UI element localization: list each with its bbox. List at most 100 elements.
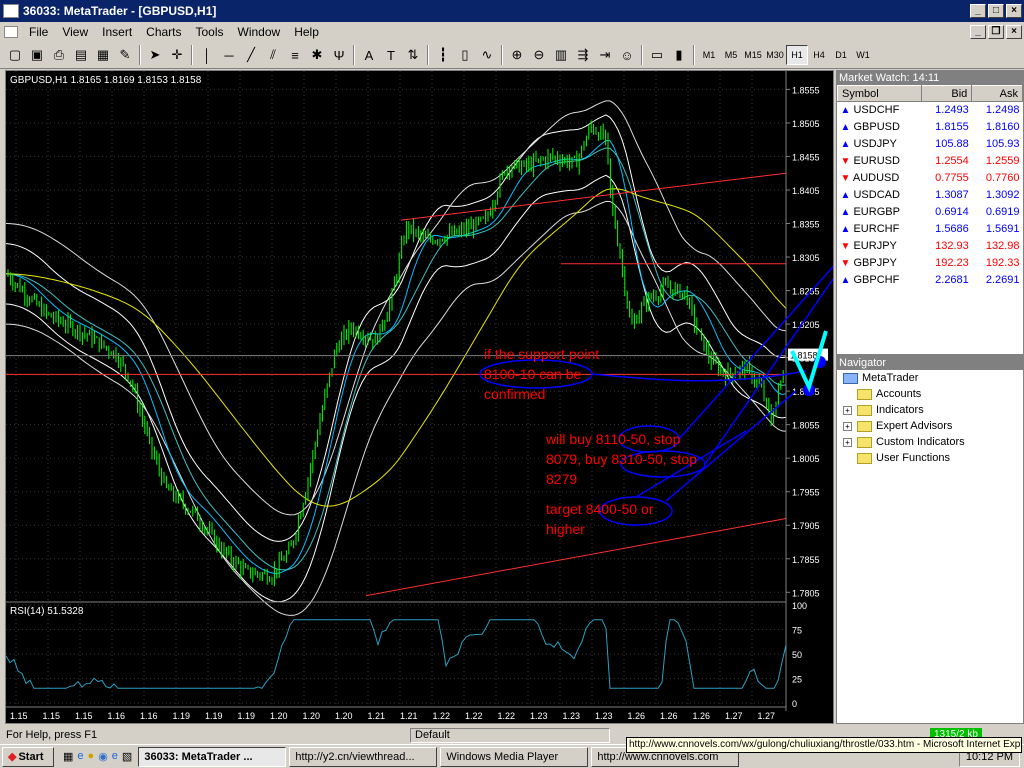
menu-window[interactable]: Window bbox=[231, 25, 288, 39]
pencil-icon[interactable]: ✎ bbox=[114, 44, 136, 66]
menu-file[interactable]: File bbox=[22, 25, 55, 39]
horizontal-line-icon[interactable]: ─ bbox=[218, 44, 240, 66]
save-icon[interactable]: ▣ bbox=[26, 44, 48, 66]
timeframe-h4[interactable]: H4 bbox=[808, 45, 830, 65]
timeframe-m5[interactable]: M5 bbox=[720, 45, 742, 65]
timeframe-m30[interactable]: M30 bbox=[764, 45, 786, 65]
child-restore-button[interactable]: ❐ bbox=[988, 25, 1004, 39]
tree-item-indicators[interactable]: + Indicators bbox=[837, 402, 1023, 418]
task-browser-y2[interactable]: http://y2.cn/viewthread... bbox=[289, 746, 438, 767]
expand-icon[interactable]: + bbox=[843, 437, 852, 447]
timeframe-w1[interactable]: W1 bbox=[852, 45, 874, 65]
toolbar-separator bbox=[501, 45, 503, 65]
tree-item-accounts[interactable]: Accounts bbox=[837, 386, 1023, 402]
menu-insert[interactable]: Insert bbox=[95, 25, 139, 39]
market-watch-row[interactable]: ▲ GBPCHF 2.2681 2.2691 bbox=[838, 272, 1023, 289]
menu-help[interactable]: Help bbox=[287, 25, 326, 39]
label-icon[interactable]: T bbox=[380, 44, 402, 66]
symbol-label: EURCHF bbox=[853, 223, 900, 235]
pitchfork-icon[interactable]: Ψ bbox=[328, 44, 350, 66]
print-preview-icon[interactable]: ▤ bbox=[70, 44, 92, 66]
market-watch-row[interactable]: ▲ USDCHF 1.2493 1.2498 bbox=[838, 102, 1023, 119]
market-watch-row[interactable]: ▲ EURCHF 1.5686 1.5691 bbox=[838, 221, 1023, 238]
arrow-icon[interactable]: ⇅ bbox=[402, 44, 424, 66]
tree-item-expert-advisors[interactable]: + Expert Advisors bbox=[837, 418, 1023, 434]
profile-status[interactable]: Default bbox=[410, 727, 610, 743]
expand-icon[interactable]: + bbox=[843, 405, 852, 415]
timeframe-m1[interactable]: M1 bbox=[698, 45, 720, 65]
market-watch-row[interactable]: ▲ GBPUSD 1.8155 1.8160 bbox=[838, 119, 1023, 136]
price-chart[interactable]: 1.8555 1.8505 1.8455 1.8405 1.8355 1.8305 1.82… bbox=[5, 70, 834, 724]
chart-shift-icon[interactable]: ⇥ bbox=[594, 44, 616, 66]
metatrader-app-icon[interactable] bbox=[3, 4, 19, 18]
market-watch-row[interactable]: ▲ USDCAD 1.3087 1.3092 bbox=[838, 187, 1023, 204]
timeframe-h1[interactable]: H1 bbox=[786, 45, 808, 65]
timeframe-d1[interactable]: D1 bbox=[830, 45, 852, 65]
time-tick-label: 1.21 bbox=[400, 711, 418, 721]
market-watch-row[interactable]: ▲ USDJPY 105.88 105.93 bbox=[838, 136, 1023, 153]
child-close-button[interactable]: × bbox=[1006, 25, 1022, 39]
column-ask[interactable]: Ask bbox=[971, 85, 1023, 102]
task-metatrader[interactable]: 36033: MetaTrader ... bbox=[138, 746, 287, 767]
menu-tools[interactable]: Tools bbox=[189, 25, 231, 39]
timeframe-m15[interactable]: M15 bbox=[742, 45, 764, 65]
minimize-button[interactable]: _ bbox=[970, 4, 986, 18]
ask-cell: 105.93 bbox=[985, 138, 1020, 150]
explorer-icon[interactable]: ▧ bbox=[122, 750, 132, 763]
media-player-icon[interactable]: ● bbox=[88, 750, 95, 763]
crosshair-icon[interactable]: ✛ bbox=[166, 44, 188, 66]
gann-icon[interactable]: ✱ bbox=[306, 44, 328, 66]
price-tick-label: 1.7905 bbox=[792, 521, 820, 531]
zoom-out-icon[interactable]: ⊖ bbox=[528, 44, 550, 66]
column-bid[interactable]: Bid bbox=[920, 85, 973, 102]
chart-canvas[interactable]: 1.8555 1.8505 1.8455 1.8405 1.8355 1.8305 1.82… bbox=[6, 71, 833, 723]
expand-icon[interactable]: + bbox=[843, 421, 852, 431]
tree-item-custom-indicators[interactable]: + Custom Indicators bbox=[837, 434, 1023, 450]
navigator-title: Navigator bbox=[837, 356, 1023, 370]
rsi-tick-label: 50 bbox=[792, 650, 802, 660]
symbol-label: GBPJPY bbox=[853, 257, 897, 269]
market-watch-row[interactable]: ▼ EURUSD 1.2554 1.2559 bbox=[838, 153, 1023, 170]
tree-root[interactable]: MetaTrader bbox=[837, 370, 1023, 386]
properties-icon[interactable]: ▦ bbox=[92, 44, 114, 66]
column-symbol[interactable]: Symbol bbox=[837, 85, 922, 102]
maximize-button[interactable]: □ bbox=[988, 4, 1004, 18]
vertical-line-icon[interactable]: │ bbox=[196, 44, 218, 66]
document-icon[interactable] bbox=[4, 26, 18, 38]
auto-scroll-icon[interactable]: ⇶ bbox=[572, 44, 594, 66]
new-chart-icon[interactable]: ▢ bbox=[4, 44, 26, 66]
menu-charts[interactable]: Charts bbox=[139, 25, 188, 39]
bar-chart-icon[interactable]: ┇ bbox=[432, 44, 454, 66]
cursor-icon[interactable]: ➤ bbox=[144, 44, 166, 66]
template-icon[interactable]: ▮ bbox=[668, 44, 690, 66]
tile-windows-icon[interactable]: ▥ bbox=[550, 44, 572, 66]
period-icon[interactable]: ▭ bbox=[646, 44, 668, 66]
line-chart-icon[interactable]: ∿ bbox=[476, 44, 498, 66]
close-button[interactable]: × bbox=[1006, 4, 1022, 18]
outlook-icon[interactable]: ◉ bbox=[98, 750, 108, 763]
expert-advisor-icon[interactable]: ☺ bbox=[616, 44, 638, 66]
market-watch-row[interactable]: ▼ AUDUSD 0.7755 0.7760 bbox=[838, 170, 1023, 187]
menu-view[interactable]: View bbox=[55, 25, 95, 39]
ie-icon[interactable]: e bbox=[77, 750, 83, 763]
zoom-in-icon[interactable]: ⊕ bbox=[506, 44, 528, 66]
tree-item-user-functions[interactable]: User Functions bbox=[837, 450, 1023, 466]
start-button[interactable]: ◆ Start bbox=[2, 746, 54, 767]
trendline-icon[interactable]: ╱ bbox=[240, 44, 262, 66]
channel-icon[interactable]: ⫽ bbox=[262, 44, 284, 66]
toolbar: ▢ ▣ ⎙ ▤ ▦ ✎ ➤ ✛ │ ─ ╱ ⫽ ≡ ✱ Ψ A T ⇅ ┇ ▯ … bbox=[0, 42, 1024, 69]
show-desktop-icon[interactable]: ▦ bbox=[63, 750, 73, 763]
print-icon[interactable]: ⎙ bbox=[48, 44, 70, 66]
child-minimize-button[interactable]: _ bbox=[970, 25, 986, 39]
symbol-cell: ▼ EURUSD bbox=[838, 153, 922, 170]
task-media-player[interactable]: Windows Media Player bbox=[440, 746, 589, 767]
market-watch-row[interactable]: ▼ GBPJPY 192.23 192.33 bbox=[838, 255, 1023, 272]
ie-icon-2[interactable]: e bbox=[112, 750, 118, 763]
candlestick-icon[interactable]: ▯ bbox=[454, 44, 476, 66]
market-watch-row[interactable]: ▼ EURJPY 132.93 132.98 bbox=[838, 238, 1023, 255]
market-watch-row[interactable]: ▲ EURGBP 0.6914 0.6919 bbox=[838, 204, 1023, 221]
symbol-cell: ▲ USDCHF bbox=[838, 102, 922, 119]
fibonacci-icon[interactable]: ≡ bbox=[284, 44, 306, 66]
text-icon[interactable]: A bbox=[358, 44, 380, 66]
market-watch-panel: Market Watch: 14:11 Symbol Bid Ask ▲ USD… bbox=[836, 70, 1024, 355]
